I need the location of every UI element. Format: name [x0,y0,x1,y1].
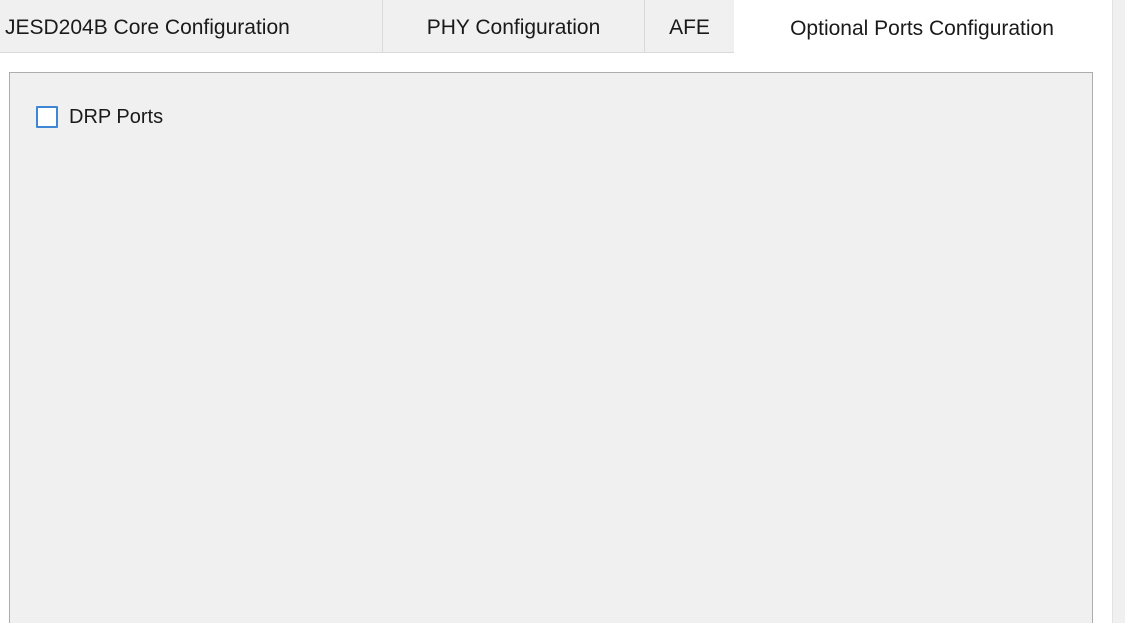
scrollbar-strip[interactable] [1112,0,1125,623]
configuration-dialog: JESD204B Core Configuration PHY Configur… [0,0,1125,623]
tab-jesd204b-core-configuration[interactable]: JESD204B Core Configuration [0,0,383,53]
drp-ports-label[interactable]: DRP Ports [69,106,163,129]
drp-ports-checkbox[interactable] [36,106,58,128]
tab-optional-ports-configuration[interactable]: Optional Ports Configuration [734,0,1110,56]
tab-bar: JESD204B Core Configuration PHY Configur… [0,0,1110,56]
tab-afe[interactable]: AFE [644,0,735,53]
drp-ports-option[interactable]: DRP Ports [36,103,163,131]
optional-ports-panel: DRP Ports [9,72,1093,623]
tab-phy-configuration[interactable]: PHY Configuration [382,0,645,53]
